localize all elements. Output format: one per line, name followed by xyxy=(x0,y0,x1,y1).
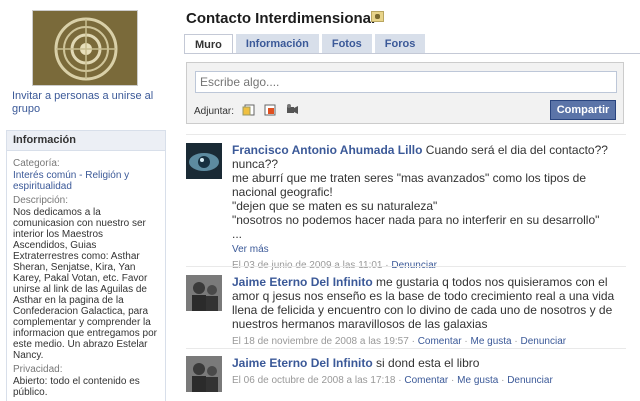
description-text: Nos dedicamos a la comunicasion con nues… xyxy=(13,207,157,361)
post-text: si dond esta el libro xyxy=(376,356,480,370)
post-text-line: "nosotros no podemos hacer nada para no … xyxy=(232,213,600,227)
feed-divider xyxy=(186,348,626,349)
post-input[interactable] xyxy=(195,71,617,93)
report-link[interactable]: Denunciar xyxy=(507,375,553,386)
category-label: Categoría: xyxy=(13,158,60,169)
post-text-line: me aburrí que me traten seres "mas avanz… xyxy=(232,171,587,199)
like-link[interactable]: Me gusta xyxy=(457,375,498,386)
share-button[interactable]: Compartir xyxy=(550,100,616,120)
privacy-text: Abierto: todo el contenido es público. xyxy=(13,376,140,398)
like-link[interactable]: Me gusta xyxy=(470,336,511,347)
author-link[interactable]: Francisco Antonio Ahumada Lillo xyxy=(232,143,422,157)
attach-label: Adjuntar: xyxy=(194,106,235,117)
tab-bar: Muro Información Fotos Foros xyxy=(184,34,428,54)
author-link[interactable]: Jaime Eterno Del Infinito xyxy=(232,356,373,370)
privacy-label: Privacidad: xyxy=(13,364,63,375)
tab-fotos[interactable]: Fotos xyxy=(321,34,372,54)
crop-circle-image xyxy=(33,11,137,85)
post-text-line: "dejen que se maten es su naturaleza" xyxy=(232,199,438,213)
avatar[interactable] xyxy=(186,275,222,311)
avatar[interactable] xyxy=(186,356,222,392)
tab-foros[interactable]: Foros xyxy=(374,34,426,54)
tab-divider xyxy=(184,53,640,54)
tab-muro[interactable]: Muro xyxy=(184,34,233,54)
group-badge-icon xyxy=(371,11,384,22)
post-timestamp[interactable]: El 18 de noviembre de 2008 a las 19:57 xyxy=(232,336,409,347)
group-profile-picture[interactable] xyxy=(32,10,138,86)
description-label: Descripción: xyxy=(13,195,69,206)
comment-link[interactable]: Comentar xyxy=(418,336,462,347)
report-link[interactable]: Denunciar xyxy=(521,336,567,347)
feed-divider xyxy=(186,134,626,135)
author-link[interactable]: Jaime Eterno Del Infinito xyxy=(232,275,373,289)
invite-members-link[interactable]: Invitar a personas a unirse al grupo xyxy=(12,90,162,116)
link-icon[interactable] xyxy=(263,103,277,117)
comment-link[interactable]: Comentar xyxy=(404,375,448,386)
page-title: Contacto Interdimensional xyxy=(186,10,376,27)
post-text-line: ... xyxy=(232,227,243,241)
left-column: Invitar a personas a unirse al grupo Inf… xyxy=(0,0,170,401)
info-panel-header: Información xyxy=(7,131,165,151)
category-link[interactable]: Interés común - Religión y espiritualida… xyxy=(13,170,159,192)
info-panel: Información Categoría: Interés común - R… xyxy=(6,130,166,401)
post-timestamp[interactable]: El 06 de octubre de 2008 a las 17:18 xyxy=(232,375,395,386)
tab-informacion[interactable]: Información xyxy=(235,34,319,54)
video-icon[interactable] xyxy=(285,103,299,117)
feed-divider xyxy=(186,266,626,267)
avatar[interactable] xyxy=(186,143,222,179)
photo-icon[interactable] xyxy=(242,103,256,117)
see-more-link[interactable]: Ver más xyxy=(232,243,626,256)
post-composer: Adjuntar: Compartir xyxy=(186,62,624,124)
